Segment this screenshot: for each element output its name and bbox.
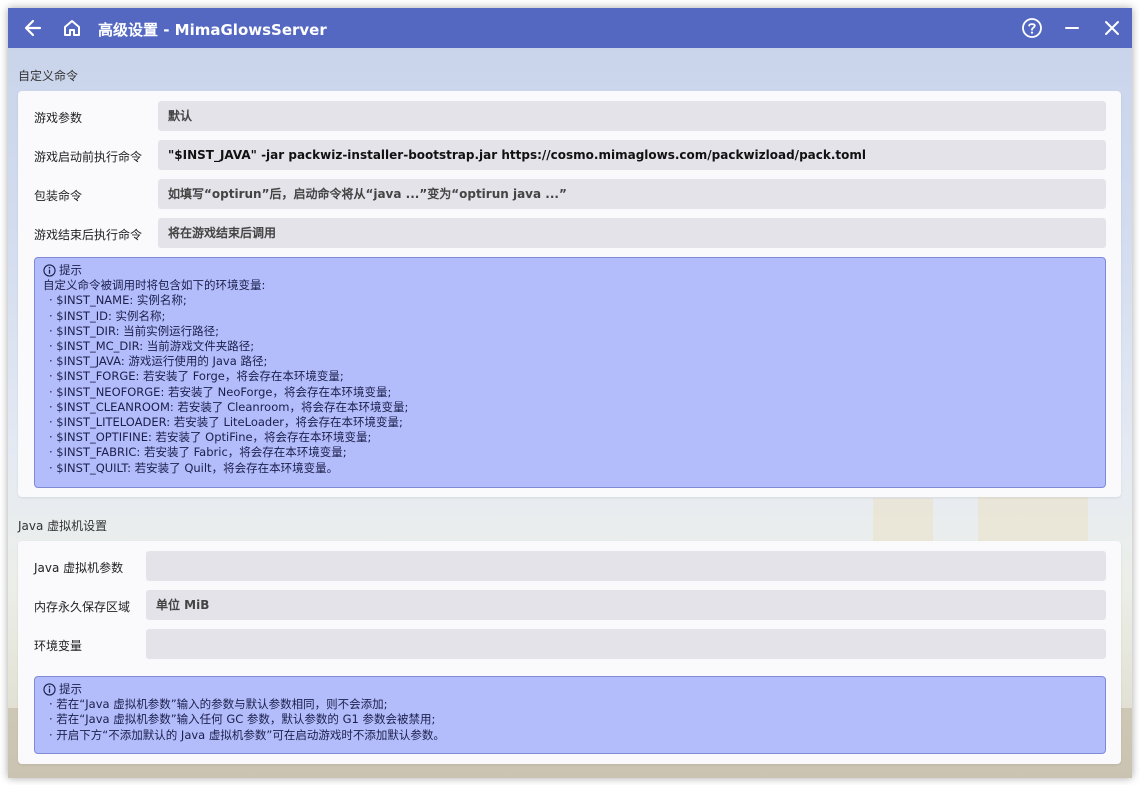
pre-launch-command-input[interactable]: "$INST_JAVA" -jar packwiz-installer-boot… xyxy=(158,140,1106,170)
hint-intro: 自定义命令被调用时将包含如下的环境变量: xyxy=(43,278,266,293)
custom-commands-card: 游戏参数 默认 游戏启动前执行命令 "$INST_JAVA" -jar pack… xyxy=(18,91,1121,497)
close-button[interactable] xyxy=(1092,8,1132,48)
hint-item: · $INST_JAVA: 游戏运行使用的 Java 路径; xyxy=(49,354,268,369)
hint-header: 提示 xyxy=(43,263,1097,278)
help-button[interactable] xyxy=(1012,8,1052,48)
hint-box-jvm: 提示 · 若在“Java 虚拟机参数”输入的参数与默认参数相同，则不会添加; ·… xyxy=(34,676,1106,754)
hint-item: · $INST_FABRIC: 若安装了 Fabric，将会存在本环境变量; xyxy=(49,445,347,460)
hint-item: · $INST_FORGE: 若安装了 Forge，将会存在本环境变量; xyxy=(49,369,344,384)
help-circle-icon xyxy=(1022,18,1042,38)
row-label: 游戏结束后执行命令 xyxy=(34,228,143,242)
hint-box-custom-commands: 提示 自定义命令被调用时将包含如下的环境变量: · $INST_NAME: 实例… xyxy=(34,257,1106,488)
hint-header: 提示 xyxy=(43,682,1097,697)
hint-item: · $INST_DIR: 当前实例运行路径; xyxy=(49,323,219,338)
hint-title: 提示 xyxy=(59,682,82,696)
window-title: 高级设置 - MimaGlowsServer xyxy=(98,21,327,39)
game-args-input[interactable]: 默认 xyxy=(158,101,1106,131)
hint-item: · $INST_QUILT: 若安装了 Quilt，将会存在本环境变量。 xyxy=(49,460,339,475)
hint-title: 提示 xyxy=(59,263,82,277)
row-label: 游戏参数 xyxy=(34,111,83,125)
home-icon xyxy=(64,20,80,36)
minimize-icon xyxy=(1065,27,1079,29)
hint-item: · $INST_NEOFORGE: 若安装了 NeoForge，将会存在本环境变… xyxy=(49,384,392,399)
hint-item: · $INST_OPTIFINE: 若安装了 OptiFine，将会存在本环境变… xyxy=(49,430,372,445)
section-title-custom-commands: 自定义命令 xyxy=(18,69,79,83)
wrapper-command-input[interactable]: 如填写“optirun”后，启动命令将从“java ...”变为“optirun… xyxy=(158,179,1106,209)
hint-item: · 开启下方“不添加默认的 Java 虚拟机参数”可在启动游戏时不添加默认参数。 xyxy=(49,727,445,742)
post-exit-command-input[interactable]: 将在游戏结束后调用 xyxy=(158,218,1106,248)
home-button[interactable] xyxy=(52,8,92,48)
back-button[interactable] xyxy=(13,8,53,48)
row-label: 包装命令 xyxy=(34,189,83,203)
minimize-button[interactable] xyxy=(1052,8,1092,48)
row-label: 游戏启动前执行命令 xyxy=(34,150,143,164)
metaspace-input[interactable]: 单位 MiB xyxy=(146,590,1106,620)
hint-item: · $INST_CLEANROOM: 若安装了 Cleanroom，将会存在本环… xyxy=(49,399,409,414)
hint-item: · $INST_MC_DIR: 当前游戏文件夹路径; xyxy=(49,339,255,354)
hint-item: · $INST_ID: 实例名称; xyxy=(49,308,166,323)
row-label: 环境变量 xyxy=(34,639,83,653)
row-label: Java 虚拟机参数 xyxy=(34,561,124,575)
env-vars-input[interactable] xyxy=(146,629,1106,659)
jvm-settings-card: Java 虚拟机参数 内存永久保存区域 单位 MiB 环境变量 提示 · 若在“… xyxy=(18,541,1121,764)
hint-item: · $INST_NAME: 实例名称; xyxy=(49,293,187,308)
section-title-jvm: Java 虚拟机设置 xyxy=(18,519,108,533)
hint-item: · $INST_LITELOADER: 若安装了 LiteLoader，将会存在… xyxy=(49,415,403,430)
arrow-left-icon xyxy=(24,19,42,37)
row-label: 内存永久保存区域 xyxy=(34,600,131,614)
hint-item: · 若在“Java 虚拟机参数”输入的参数与默认参数相同，则不会添加; xyxy=(49,697,388,712)
info-icon xyxy=(43,264,56,277)
background-scenery xyxy=(978,493,1088,548)
app-window: 高级设置 - MimaGlowsServer 自定义命令 游戏参数 默认 游戏启… xyxy=(8,8,1132,778)
hint-item: · 若在“Java 虚拟机参数”输入任何 GC 参数，默认参数的 G1 参数会被… xyxy=(49,712,436,727)
info-icon xyxy=(43,683,56,696)
jvm-args-input[interactable] xyxy=(146,551,1106,581)
close-icon xyxy=(1105,21,1119,35)
title-bar: 高级设置 - MimaGlowsServer xyxy=(8,8,1132,48)
